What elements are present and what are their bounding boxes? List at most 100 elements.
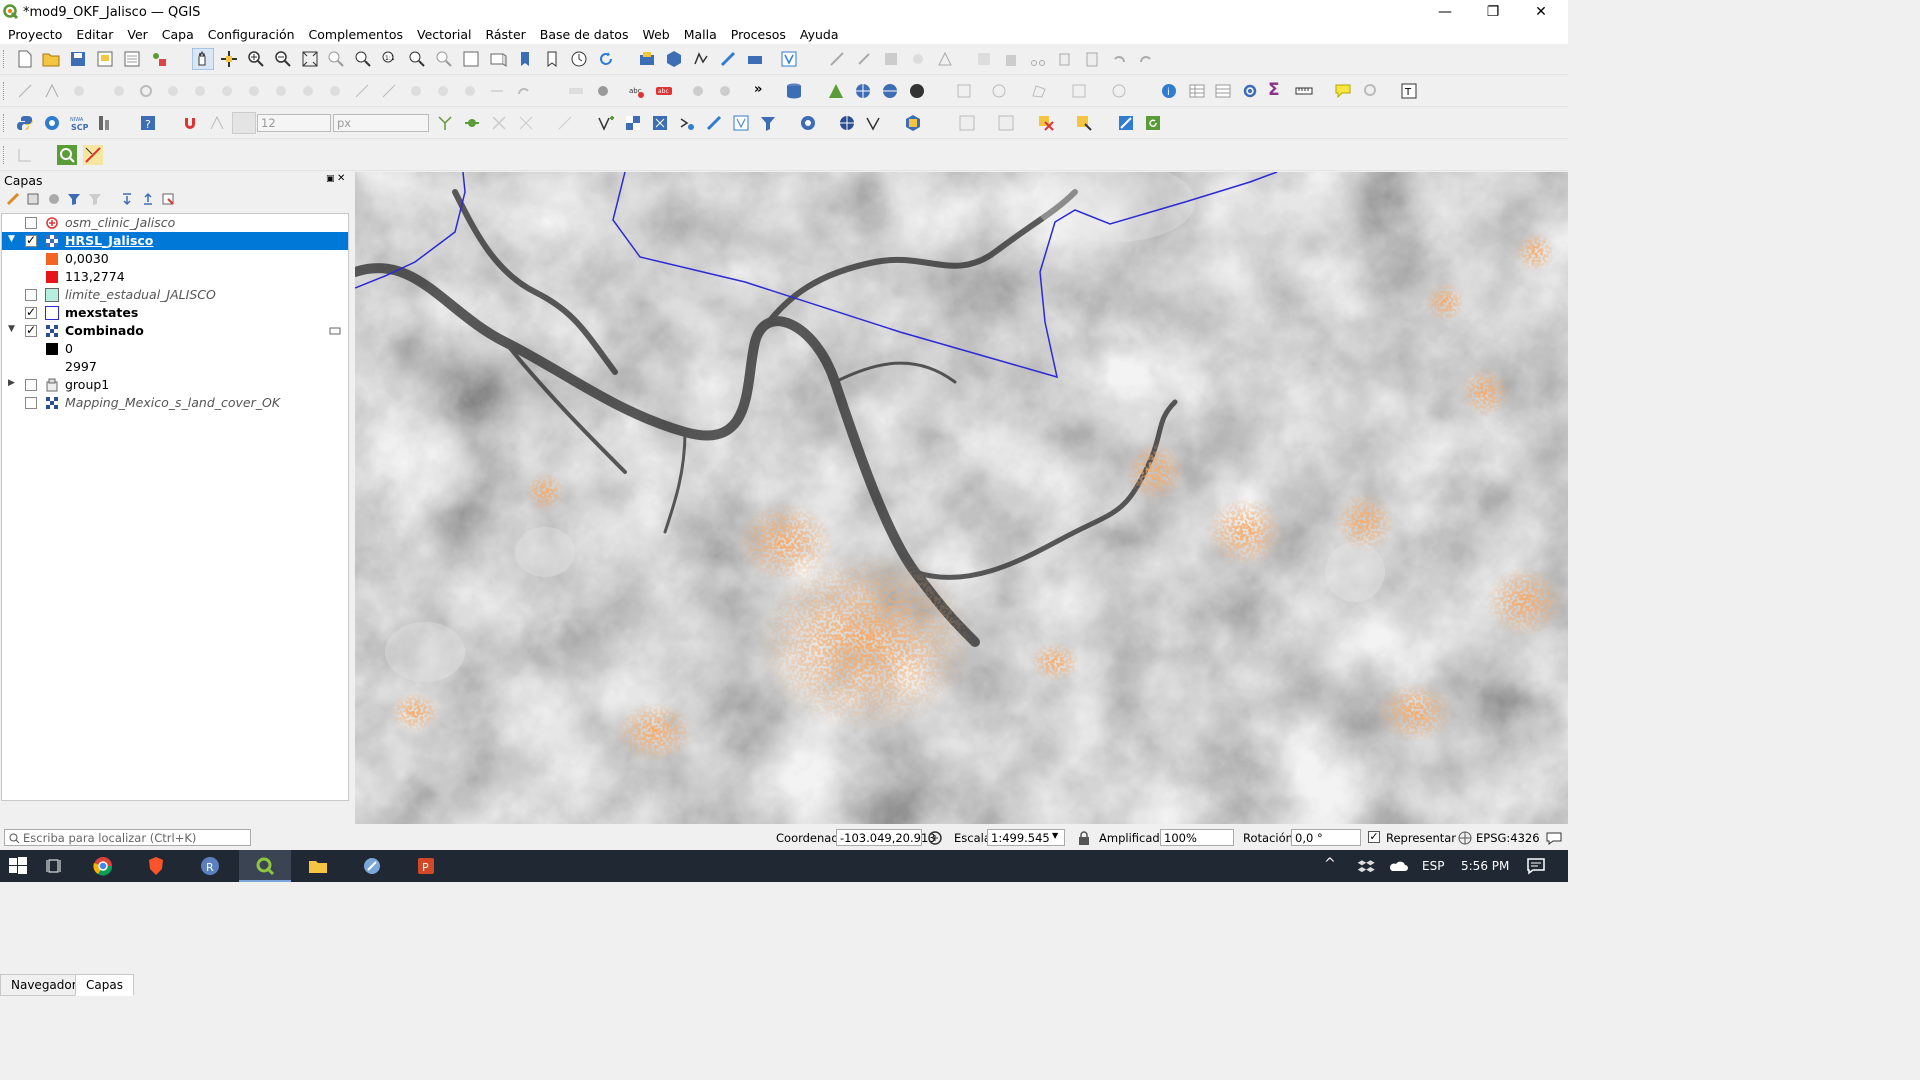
layer-visibility-checkbox[interactable] [25,379,37,391]
profile-tool-icon[interactable] [97,114,115,132]
task-view-icon[interactable] [45,856,65,876]
temporal-controller-icon[interactable] [570,50,588,68]
layer-row-combinado[interactable]: ▼ Combinado [2,322,348,340]
toolbar-grip[interactable] [3,50,7,68]
deselect-all-icon[interactable] [1037,114,1055,132]
zoom-to-selection-icon[interactable] [327,50,345,68]
filter-legend-icon[interactable] [67,192,81,206]
measure-line-icon[interactable] [1295,82,1313,100]
layer-visibility-checkbox[interactable] [25,305,37,319]
zoom-next-icon[interactable] [435,50,453,68]
merge-attributes-icon[interactable] [407,82,425,100]
zoom-full-icon[interactable] [301,50,319,68]
select-radius-icon[interactable] [990,82,1008,100]
map-tips-icon[interactable] [1334,82,1352,100]
new-spatialite-layer-icon[interactable] [746,50,764,68]
collapse-arrow-icon[interactable]: ▼ [8,234,15,244]
map-canvas[interactable] [355,172,1568,824]
toolbar-grip[interactable] [3,114,7,132]
toggle-extents-icon[interactable] [927,830,943,846]
identify-icon[interactable]: i [1160,82,1178,100]
globe-tool-icon[interactable] [799,114,817,132]
brave-browser-icon[interactable] [146,856,166,876]
menu-complementos[interactable]: Complementos [301,27,410,42]
select-value-icon[interactable] [1070,82,1088,100]
refresh-data-icon[interactable] [1144,114,1162,132]
vector-add-icon[interactable] [597,114,615,132]
georeferencer-icon[interactable] [678,114,696,132]
layer-visibility-checkbox[interactable] [25,397,37,409]
snapping-magnet-icon[interactable] [181,114,199,132]
open-data-source-manager-icon[interactable] [638,50,656,68]
menu-ver[interactable]: Ver [119,27,153,42]
magnifier-spinbox[interactable]: 100% [1160,829,1234,846]
layer-visibility-checkbox[interactable] [25,289,37,301]
python-console-icon[interactable] [16,114,34,132]
toolbar-grip[interactable] [3,146,7,164]
scale-dropdown-icon[interactable]: ▼ [1052,831,1058,840]
measure-area-icon[interactable] [955,82,973,100]
minimize-button[interactable]: — [1422,0,1468,24]
menu-proyecto[interactable]: Proyecto [0,27,68,42]
menu-editar[interactable]: Editar [68,27,119,42]
split-features-icon[interactable] [326,82,344,100]
quickmapservices-icon[interactable] [1117,114,1135,132]
layer-diagram-icon[interactable]: abc [655,82,673,100]
trim-extend-icon[interactable] [488,82,506,100]
remove-layer-icon[interactable] [161,192,175,206]
snapping-unit-select[interactable]: px [333,114,429,132]
show-hidden-icons-icon[interactable]: ^ [1324,856,1336,872]
fill-ring-icon[interactable] [191,82,209,100]
expand-all-icon[interactable] [120,192,134,206]
digitize-icon[interactable] [828,50,846,68]
delete-ring-icon[interactable] [218,82,236,100]
crs-globe-icon[interactable] [1458,831,1472,845]
zoom-search-icon[interactable] [57,145,77,165]
select-polygon-icon[interactable] [1030,82,1048,100]
redo-map-icon[interactable] [515,82,533,100]
locator-search-input[interactable]: Escriba para localizar (Ctrl+K) [4,829,251,846]
field-calculator-icon[interactable] [1214,82,1232,100]
wms-icon[interactable] [881,82,899,100]
save-project-icon[interactable] [69,50,87,68]
delete-part-icon[interactable] [245,82,263,100]
add-part-icon[interactable] [164,82,182,100]
menu-capa[interactable]: Capa [154,27,200,42]
annotation-move-icon[interactable] [16,146,34,164]
rotation-spinbox[interactable]: 0,0 ° [1291,829,1361,846]
reshape-icon[interactable] [272,82,290,100]
label-pin-icon[interactable] [567,82,585,100]
zoom-last-icon[interactable] [408,50,426,68]
raster-add-icon[interactable] [624,114,642,132]
processing-toolbox-icon[interactable] [1241,82,1259,100]
refresh-icon[interactable] [597,50,615,68]
search-map-icon[interactable] [1362,82,1380,100]
pan-to-selection-icon[interactable] [220,50,238,68]
new-shapefile-layer-icon[interactable] [692,50,710,68]
select-features-yellow-icon[interactable] [1075,114,1093,132]
new-project-icon[interactable] [16,50,34,68]
zoom-to-layer-icon[interactable] [354,50,372,68]
style-manager-icon[interactable] [150,50,168,68]
deselect-icon[interactable] [1110,82,1128,100]
collapse-all-icon[interactable] [141,192,155,206]
tab-capas[interactable]: Capas [75,974,134,996]
digitize-line-icon[interactable] [43,82,61,100]
show-bookmarks-icon[interactable] [543,50,561,68]
snapping-intersection-icon[interactable] [463,114,481,132]
copy-features-icon[interactable] [1056,50,1074,68]
wfs-icon[interactable] [908,82,926,100]
open-project-icon[interactable] [42,50,60,68]
layer-row-mapping-mexico[interactable]: Mapping_Mexico_s_land_cover_OK [2,394,348,412]
cut-features-icon[interactable] [1029,50,1047,68]
layer-row-hrsl-jalisco[interactable]: ▼ HRSL_Jalisco [2,232,348,250]
layer-row-limite-estadual[interactable]: limite_estadual_JALISCO [2,286,348,304]
delete-selected-icon[interactable] [1002,50,1020,68]
layer-row-group1[interactable]: ▶ group1 [2,376,348,394]
statistics-sigma-icon[interactable]: Σ [1268,80,1280,100]
add-group-icon[interactable] [26,192,40,206]
raster-calculator-icon[interactable] [651,114,669,132]
select-features-icon[interactable] [865,114,883,132]
paste-features-icon[interactable] [1083,50,1101,68]
new-print-layout-icon[interactable] [96,50,114,68]
